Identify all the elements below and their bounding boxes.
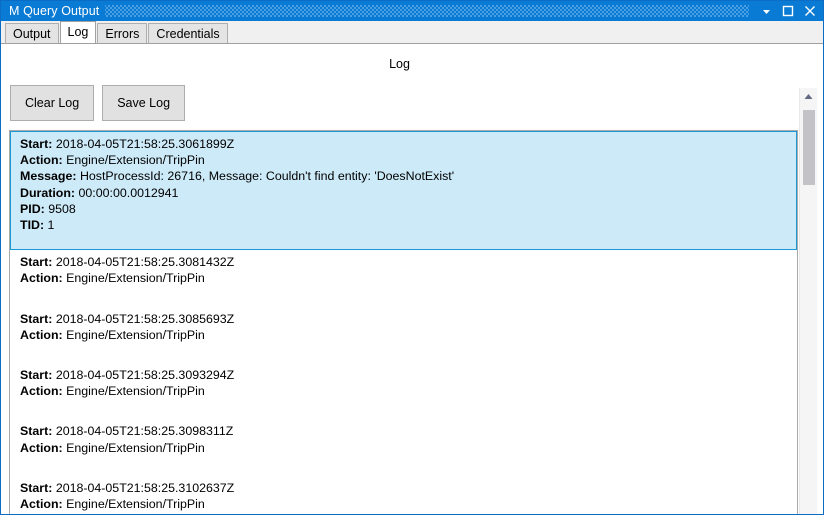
log-label-message: Message: bbox=[20, 169, 77, 184]
log-label-pid: PID: bbox=[20, 201, 45, 216]
log-field-start: Start: 2018-04-05T21:58:25.3093294Z bbox=[20, 367, 797, 383]
window-controls bbox=[755, 1, 823, 21]
log-label-start: Start: bbox=[20, 311, 53, 326]
log-field-tid: TID: 1 bbox=[20, 217, 796, 233]
log-label-action: Action: bbox=[20, 440, 63, 455]
chevron-down-icon[interactable] bbox=[755, 2, 777, 20]
log-field-pid: PID: 9508 bbox=[20, 201, 796, 217]
entry-separator bbox=[10, 403, 797, 419]
log-value-action: Engine/Extension/TripPin bbox=[66, 153, 205, 168]
clear-log-button[interactable]: Clear Log bbox=[10, 85, 95, 121]
log-entry-selected[interactable]: Start: 2018-04-05T21:58:25.3061899Z Acti… bbox=[10, 131, 797, 251]
log-label-start: Start: bbox=[20, 368, 53, 383]
tab-credentials[interactable]: Credentials bbox=[148, 23, 228, 43]
log-value-start: 2018-04-05T21:58:25.3098311Z bbox=[55, 424, 234, 439]
entry-separator bbox=[10, 460, 797, 476]
log-label-action: Action: bbox=[20, 327, 63, 342]
window-title: M Query Output bbox=[9, 4, 100, 18]
log-field-duration: Duration: 00:00:00.0012941 bbox=[20, 185, 796, 201]
log-label-tid: TID: bbox=[20, 218, 45, 233]
log-field-start: Start: 2018-04-05T21:58:25.3085693Z bbox=[20, 311, 797, 327]
log-entry[interactable]: Start: 2018-04-05T21:58:25.3102637Z Acti… bbox=[10, 476, 797, 514]
log-value-message: HostProcessId: 26716, Message: Couldn't … bbox=[79, 169, 455, 184]
maximize-icon[interactable] bbox=[777, 2, 799, 20]
log-label-action: Action: bbox=[20, 497, 63, 512]
scroll-up-arrow-icon[interactable] bbox=[800, 88, 817, 105]
log-field-start: Start: 2018-04-05T21:58:25.3061899Z bbox=[20, 136, 796, 152]
log-field-action: Action: Engine/Extension/TripPin bbox=[20, 152, 796, 168]
tab-strip: Output Log Errors Credentials bbox=[1, 21, 823, 43]
log-value-start: 2018-04-05T21:58:25.3093294Z bbox=[55, 368, 235, 383]
log-value-start: 2018-04-05T21:58:25.3081432Z bbox=[55, 255, 235, 270]
log-entry[interactable]: Start: 2018-04-05T21:58:25.3085693Z Acti… bbox=[10, 307, 797, 347]
log-value-action: Engine/Extension/TripPin bbox=[66, 327, 205, 342]
m-query-output-window: M Query Output Output Log Errors Credent… bbox=[0, 0, 824, 515]
log-field-message: Message: HostProcessId: 26716, Message: … bbox=[20, 168, 796, 184]
entry-separator bbox=[10, 347, 797, 363]
entry-separator bbox=[10, 291, 797, 307]
log-list[interactable]: Start: 2018-04-05T21:58:25.3061899Z Acti… bbox=[9, 130, 798, 514]
log-label-action: Action: bbox=[20, 271, 63, 286]
close-icon[interactable] bbox=[799, 2, 821, 20]
log-value-action: Engine/Extension/TripPin bbox=[66, 384, 205, 399]
log-entry[interactable]: Start: 2018-04-05T21:58:25.3081432Z Acti… bbox=[10, 250, 797, 290]
log-entry[interactable]: Start: 2018-04-05T21:58:25.3093294Z Acti… bbox=[10, 363, 797, 403]
page-title: Log bbox=[389, 57, 410, 71]
log-value-start: 2018-04-05T21:58:25.3061899Z bbox=[55, 137, 235, 151]
log-label-action: Action: bbox=[20, 384, 63, 399]
log-field-start: Start: 2018-04-05T21:58:25.3098311Z bbox=[20, 423, 797, 439]
log-field-start: Start: 2018-04-05T21:58:25.3081432Z bbox=[20, 254, 797, 270]
log-value-action: Engine/Extension/TripPin bbox=[66, 497, 205, 512]
log-value-start: 2018-04-05T21:58:25.3085693Z bbox=[55, 311, 235, 326]
log-field-action: Action: Engine/Extension/TripPin bbox=[20, 496, 797, 512]
log-entry[interactable]: Start: 2018-04-05T21:58:25.3098311Z Acti… bbox=[10, 419, 797, 459]
log-value-action: Engine/Extension/TripPin bbox=[66, 440, 205, 455]
vertical-scrollbar[interactable] bbox=[799, 88, 817, 514]
log-value-action: Engine/Extension/TripPin bbox=[66, 271, 205, 286]
save-log-button[interactable]: Save Log bbox=[102, 85, 186, 121]
title-bar-grip bbox=[105, 5, 749, 17]
log-field-start: Start: 2018-04-05T21:58:25.3102637Z bbox=[20, 480, 797, 496]
log-label-duration: Duration: bbox=[20, 185, 76, 200]
log-field-action: Action: Engine/Extension/TripPin bbox=[20, 270, 797, 286]
tab-log[interactable]: Log bbox=[59, 21, 97, 43]
log-value-tid: 1 bbox=[47, 218, 55, 233]
log-label-start: Start: bbox=[20, 480, 53, 495]
log-label-start: Start: bbox=[20, 255, 53, 270]
log-value-start: 2018-04-05T21:58:25.3102637Z bbox=[55, 480, 235, 495]
log-field-action: Action: Engine/Extension/TripPin bbox=[20, 383, 797, 399]
scrollbar-thumb[interactable] bbox=[803, 110, 815, 185]
title-bar: M Query Output bbox=[1, 1, 823, 21]
log-panel: Log Clear Log Save Log Start: 2018-04-05… bbox=[1, 43, 823, 514]
log-field-action: Action: Engine/Extension/TripPin bbox=[20, 327, 797, 343]
log-value-duration: 00:00:00.0012941 bbox=[78, 185, 179, 200]
tab-output[interactable]: Output bbox=[5, 23, 59, 43]
log-label-action: Action: bbox=[20, 153, 63, 168]
log-field-action: Action: Engine/Extension/TripPin bbox=[20, 440, 797, 456]
log-actions: Clear Log Save Log bbox=[10, 85, 186, 121]
log-value-pid: 9508 bbox=[48, 201, 76, 216]
log-label-start: Start: bbox=[20, 424, 53, 439]
tab-errors[interactable]: Errors bbox=[97, 23, 148, 43]
log-label-start: Start: bbox=[20, 137, 53, 151]
